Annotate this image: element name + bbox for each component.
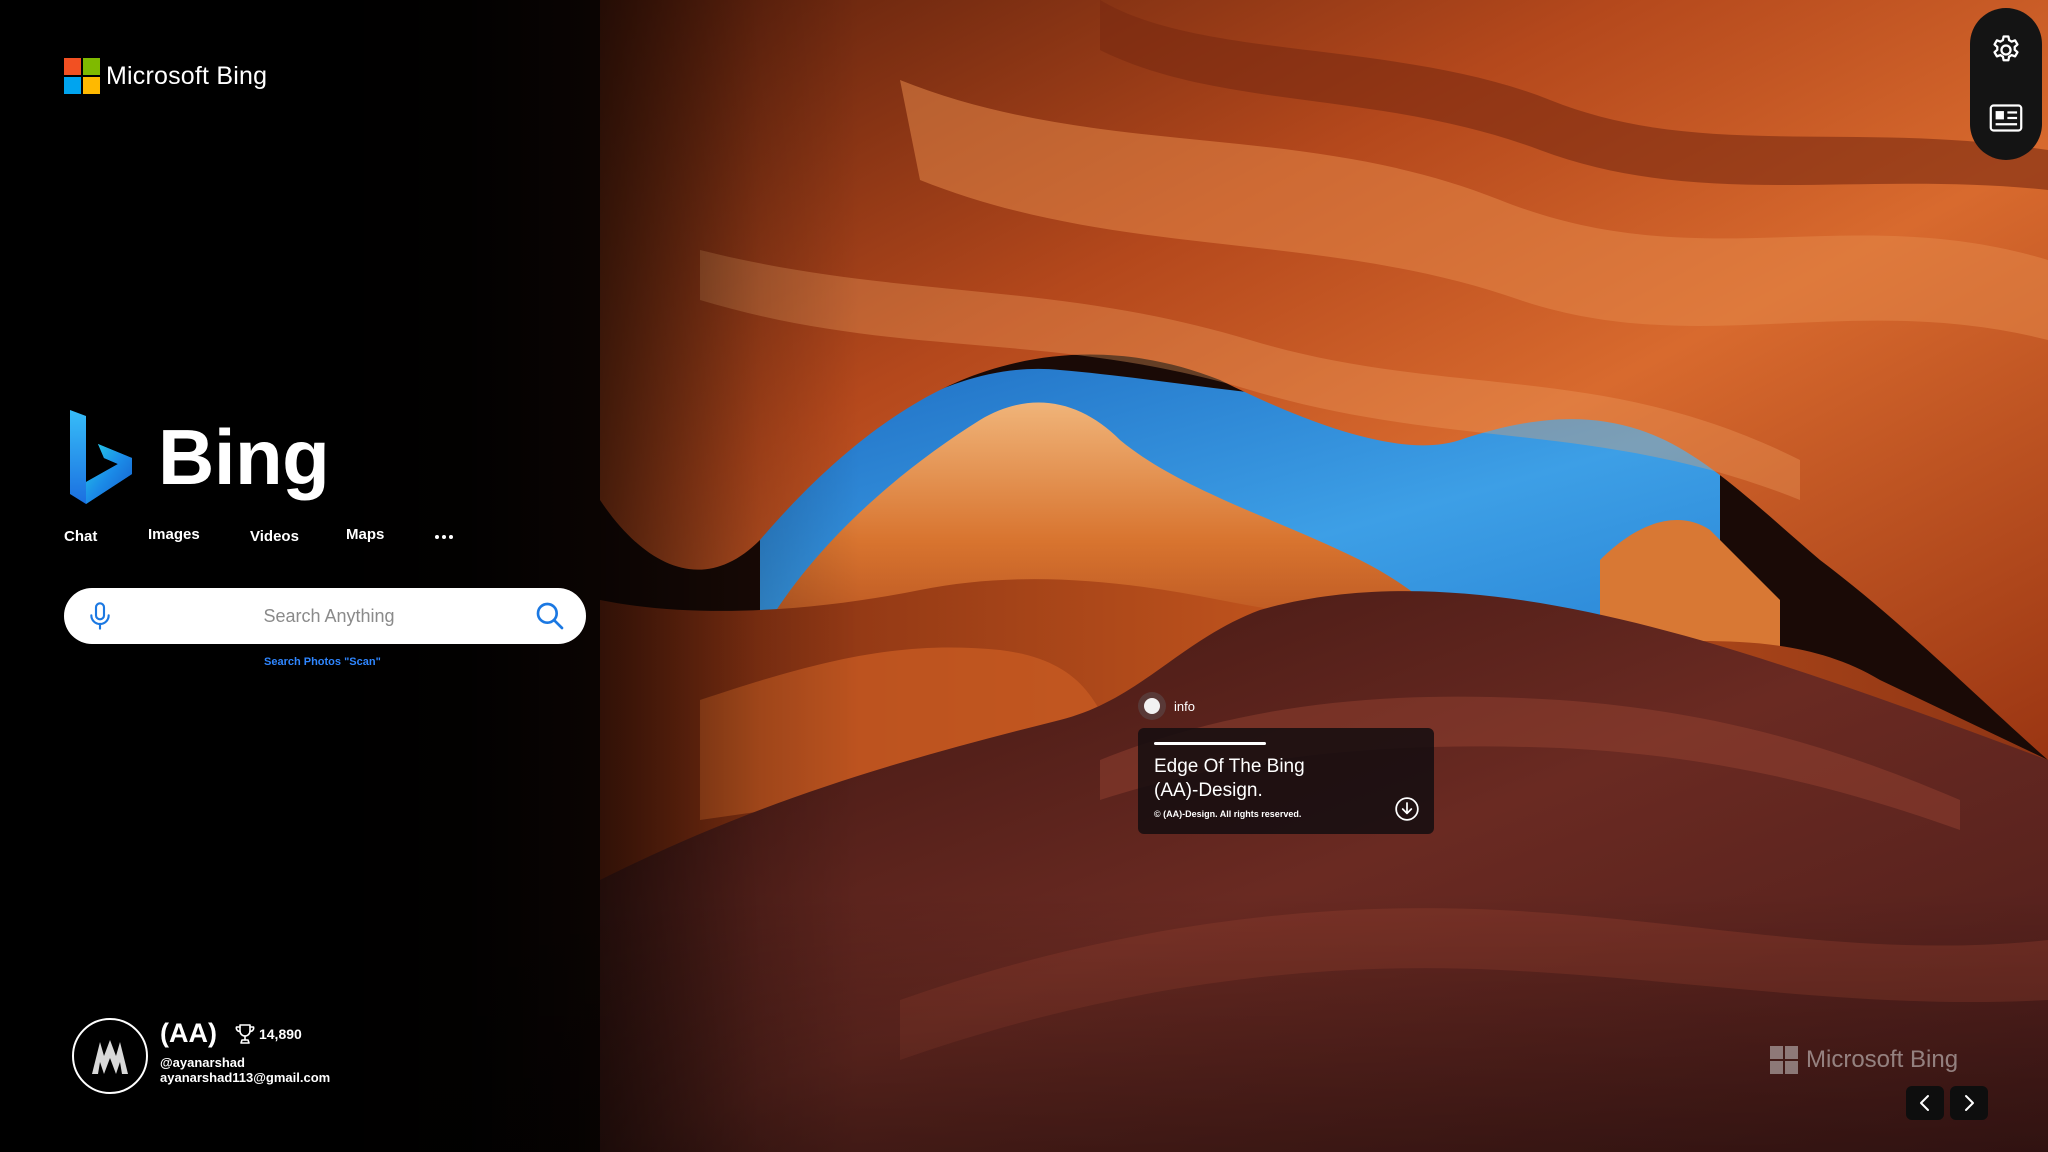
profile-name: (AA): [160, 1018, 217, 1048]
chevron-left-icon: [1920, 1095, 1929, 1111]
info-toggle[interactable]: info: [1138, 692, 1195, 720]
info-radio-icon: [1138, 692, 1166, 720]
profile-email: ayanarshad113@gmail.com: [160, 1070, 331, 1085]
avatar-monogram-icon: [92, 1040, 128, 1074]
microsoft-bing-watermark: Microsoft Bing: [1770, 1046, 1958, 1074]
image-title-line-1: Edge Of The Bing: [1154, 756, 1305, 777]
gear-icon: [1993, 35, 2019, 62]
user-profile: (AA) 14,890 @ayanarshad ayanarshad113@gm…: [72, 1018, 330, 1094]
search-box: [64, 588, 586, 644]
nav-more[interactable]: [433, 522, 455, 548]
news-feed-icon: [1989, 104, 2023, 132]
bing-wordmark: Bing: [158, 412, 330, 501]
search-icon[interactable]: [534, 600, 566, 632]
bing-homepage: Microsoft Bing Bing Chat Images Videos M…: [0, 0, 2048, 1152]
image-title[interactable]: Edge Of The Bing (AA)-Design.: [1154, 755, 1418, 803]
rewards-points[interactable]: 14,890: [259, 1026, 302, 1042]
microsoft-bing-brand[interactable]: Microsoft Bing: [64, 58, 267, 94]
download-icon[interactable]: [1394, 796, 1420, 822]
avatar[interactable]: [72, 1018, 148, 1094]
bing-logo[interactable]: Bing: [66, 408, 330, 506]
image-title-line-2: (AA)-Design.: [1154, 780, 1263, 801]
microsoft-logo-icon: [64, 58, 100, 94]
profile-handle: @ayanarshad: [160, 1055, 245, 1070]
profile-details: (AA) 14,890 @ayanarshad ayanarshad113@gm…: [160, 1018, 330, 1085]
previous-image-button[interactable]: [1906, 1086, 1944, 1120]
brand-text: Microsoft Bing: [106, 61, 268, 90]
info-label: info: [1174, 698, 1195, 714]
settings-button[interactable]: [1982, 26, 2030, 74]
nav-videos[interactable]: Videos: [250, 528, 299, 545]
info-progress-bar: [1154, 742, 1266, 745]
trophy-icon: [235, 1023, 255, 1044]
ellipsis-icon: [435, 535, 453, 539]
nav-images[interactable]: Images: [148, 526, 200, 543]
bing-b-icon: [70, 410, 132, 504]
image-copyright: © (AA)-Design. All rights reserved.: [1154, 809, 1302, 819]
microsoft-logo-watermark-icon: [1770, 1046, 1798, 1074]
image-info-card: Edge Of The Bing (AA)-Design. © (AA)-Des…: [1138, 728, 1434, 834]
search-photos-link[interactable]: Search Photos "Scan": [264, 656, 381, 668]
microphone-icon[interactable]: [84, 600, 116, 632]
right-rail: [1970, 8, 2042, 160]
next-image-button[interactable]: [1950, 1086, 1988, 1120]
nav-chat[interactable]: Chat: [64, 528, 97, 545]
chevron-right-icon: [1965, 1095, 1974, 1111]
nav-maps[interactable]: Maps: [346, 526, 384, 543]
watermark-text: Microsoft Bing: [1806, 1046, 1959, 1073]
image-carousel-controls: [1906, 1086, 1988, 1120]
search-input[interactable]: [184, 602, 474, 630]
news-feed-button[interactable]: [1982, 94, 2030, 142]
